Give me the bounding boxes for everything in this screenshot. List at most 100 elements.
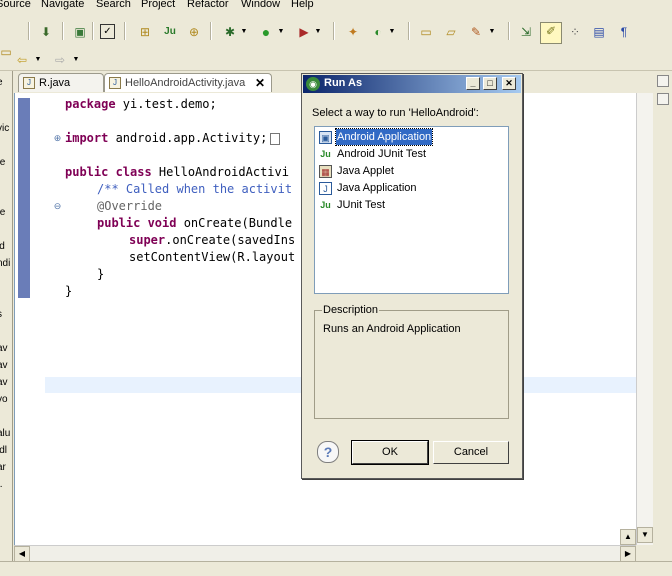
android-sdk-icon[interactable]: ▣ <box>72 24 88 40</box>
applet-icon: ▦ <box>319 164 332 178</box>
pilcrow-icon[interactable]: ¶ <box>616 24 632 40</box>
quick-diff-ruler <box>18 98 30 298</box>
collapsed-block-icon[interactable] <box>270 132 281 145</box>
forward-dropdown-icon[interactable]: ▼ <box>72 52 80 68</box>
status-bar <box>0 561 672 576</box>
code-line: super.onCreate(savedIns <box>129 233 295 247</box>
close-icon[interactable]: ✕ <box>255 74 265 93</box>
open-folder-icon[interactable]: ▭ <box>418 24 434 40</box>
scroll-right-icon[interactable]: ▶ <box>620 546 636 562</box>
menu-navigate[interactable]: Navigate <box>41 0 84 10</box>
tab-hello-android-activity[interactable]: J HelloAndroidActivity.java ✕ <box>104 73 272 92</box>
toolbar: ⬇ ▣ ✓ ⊞ Ju ⊕ ✱ ▼ ● ▼ ▶ ▼ ✦ ◐ ▼ ▭ ▱ ✎ ▼ ⇲… <box>0 14 672 71</box>
marker-icon[interactable]: ✎ <box>468 24 484 40</box>
marker-dropdown-icon[interactable]: ▼ <box>488 24 496 40</box>
scroll-corner-icon[interactable]: ▲ <box>620 529 636 545</box>
overview-ruler <box>653 71 672 561</box>
menu-refactor[interactable]: Refactor <box>187 0 229 10</box>
toggle-breadcrumb-icon[interactable]: ⇲ <box>518 24 534 40</box>
dialog-titlebar[interactable]: ◉ Run As _ □ ✕ <box>303 75 521 93</box>
java-file-icon: J <box>109 77 121 89</box>
menu-window[interactable]: Window <box>241 0 280 10</box>
new-java-dropdown-icon[interactable]: ▼ <box>388 24 396 40</box>
new-package-icon[interactable]: ⊞ <box>137 24 153 40</box>
menu-source[interactable]: Source <box>0 0 31 10</box>
javadoc-comment: /** Called when the activit <box>97 182 293 196</box>
list-item-junit-test[interactable]: Ju JUnit Test <box>319 197 386 213</box>
toolbar-separator <box>62 22 64 40</box>
external-tools-icon[interactable]: ▶ <box>296 24 312 40</box>
mark-occurrences-icon[interactable]: ✐ <box>540 22 562 44</box>
code-line: public class HelloAndroidActivi <box>65 165 289 179</box>
scroll-left-icon[interactable]: ◀ <box>14 546 30 562</box>
scroll-down-icon[interactable]: ▼ <box>637 527 653 543</box>
menu-help[interactable]: Help <box>291 0 314 10</box>
package-explorer-strip: e vic te te id ndi s av av av vo alu idl… <box>0 71 13 575</box>
open-type-icon[interactable]: ✦ <box>345 24 361 40</box>
junit-icon: Ju <box>320 199 331 210</box>
back-folder-icon[interactable]: ▭ <box>0 44 14 60</box>
forward-icon[interactable]: ⇨ <box>52 52 68 68</box>
list-item-java-application[interactable]: J Java Application <box>319 180 418 196</box>
vertical-scrollbar[interactable]: ▼ <box>636 93 654 545</box>
debug-dropdown-icon[interactable]: ▼ <box>240 24 248 40</box>
code-text: onCreate(Bundle <box>176 216 293 230</box>
maximize-icon[interactable] <box>657 93 669 105</box>
run-dropdown-icon[interactable]: ▼ <box>277 24 285 40</box>
download-icon[interactable]: ⬇ <box>38 24 54 40</box>
help-icon[interactable]: ? <box>317 441 339 463</box>
tab-r-java[interactable]: J R.java <box>18 73 104 92</box>
minimize-button[interactable]: _ <box>466 77 480 90</box>
toolbar-separator <box>210 22 212 40</box>
tab-label: HelloAndroidActivity.java <box>125 77 246 89</box>
list-item-label: JUnit Test <box>337 199 386 212</box>
toolbar-separator <box>92 22 94 40</box>
code-line: } <box>97 267 105 281</box>
keyword: package <box>65 97 116 111</box>
explorer-fragment: ar <box>0 462 6 473</box>
dialog-prompt: Select a way to run 'HelloAndroid': <box>312 107 479 119</box>
new-junit-icon[interactable]: Ju <box>162 24 178 40</box>
list-item-android-junit-test[interactable]: Ju Android JUnit Test <box>319 146 427 162</box>
annotation: @Override <box>97 199 163 213</box>
code-line: } <box>65 284 73 298</box>
ok-button[interactable]: OK <box>351 440 429 465</box>
open-resource-icon[interactable]: ▱ <box>443 24 459 40</box>
debug-icon[interactable]: ✱ <box>222 24 238 40</box>
external-tools-dropdown-icon[interactable]: ▼ <box>314 24 322 40</box>
block-selection-icon[interactable]: ⁘ <box>567 24 583 40</box>
new-java-icon[interactable]: ◐ <box>370 24 386 40</box>
task-checkbox-icon[interactable]: ✓ <box>100 24 115 39</box>
code-line: package yi.test.demo; <box>65 97 217 111</box>
explorer-fragment: ndi <box>0 258 11 269</box>
minimize-icon[interactable] <box>657 75 669 87</box>
list-item-label: Java Applet <box>337 165 394 178</box>
cancel-button[interactable]: Cancel <box>433 441 509 464</box>
toolbar-separator <box>408 22 410 40</box>
maximize-button[interactable]: □ <box>483 77 497 90</box>
back-dropdown-icon[interactable]: ▼ <box>34 52 42 68</box>
toolbar-separator <box>333 22 335 40</box>
new-class-icon[interactable]: ⊕ <box>186 24 202 40</box>
run-icon[interactable]: ● <box>258 24 274 40</box>
code-text: HelloAndroidActivi <box>151 165 289 179</box>
list-item-label: Android JUnit Test <box>337 148 427 161</box>
list-item-android-application[interactable]: ▣ Android Application <box>319 128 434 147</box>
description-text: Runs an Android Application <box>323 323 461 335</box>
horizontal-scrollbar[interactable]: ◀ ▶ <box>14 545 636 562</box>
run-configurations-list[interactable]: ▣ Android Application Ju Android JUnit Tes… <box>314 126 509 294</box>
code-line: setContentView(R.layout <box>129 250 296 264</box>
explorer-fragment: alu <box>0 428 11 439</box>
fold-collapse-icon[interactable]: ⊖ <box>53 202 62 211</box>
explorer-fragment: av <box>0 377 8 388</box>
toolbar-separator <box>124 22 126 40</box>
menu-project[interactable]: Project <box>141 0 175 10</box>
show-whitespace-icon[interactable]: ▤ <box>591 24 607 40</box>
explorer-fragment: vic <box>0 123 10 134</box>
list-item-java-applet[interactable]: ▦ Java Applet <box>319 163 395 179</box>
fold-expand-icon[interactable]: ⊕ <box>53 134 62 143</box>
back-icon[interactable]: ⇦ <box>14 52 30 68</box>
menu-search[interactable]: Search <box>96 0 131 10</box>
description-label: Description <box>322 304 380 316</box>
close-button[interactable]: ✕ <box>502 77 516 90</box>
